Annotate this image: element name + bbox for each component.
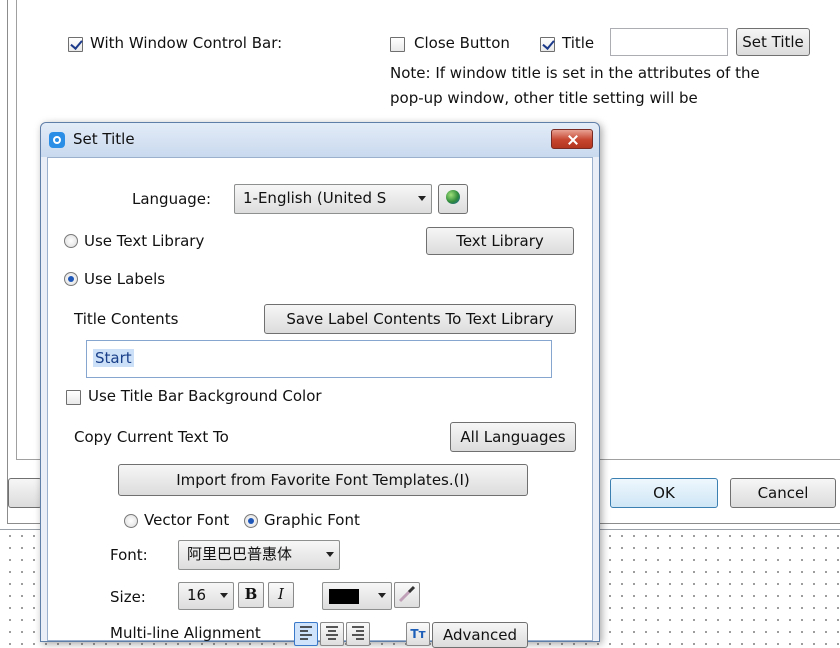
language-select[interactable]: 1-English (United S xyxy=(234,184,432,214)
save-label-contents-button[interactable]: Save Label Contents To Text Library xyxy=(264,304,576,334)
vector-font-label: Vector Font xyxy=(144,511,230,529)
close-icon[interactable] xyxy=(551,129,593,149)
align-right-button[interactable] xyxy=(346,622,370,646)
align-center-icon xyxy=(326,626,338,640)
title-contents-label: Title Contents xyxy=(74,310,179,328)
use-labels-radio[interactable] xyxy=(64,272,78,286)
globe-icon xyxy=(446,190,460,204)
chevron-down-icon xyxy=(378,593,386,598)
align-left-button[interactable] xyxy=(294,622,318,646)
note-line-2: pop-up window, other title setting will … xyxy=(390,89,698,107)
font-select[interactable]: 阿里巴巴普惠体 xyxy=(178,540,340,570)
graphic-font-label: Graphic Font xyxy=(264,511,360,529)
language-label: Language: xyxy=(132,190,212,208)
title-checkbox[interactable] xyxy=(540,37,555,52)
all-languages-button[interactable]: All Languages xyxy=(450,422,576,452)
copy-current-text-label: Copy Current Text To xyxy=(74,428,229,446)
close-button-checkbox[interactable] xyxy=(390,37,405,52)
use-title-bar-bg-checkbox[interactable] xyxy=(66,390,81,405)
title-contents-input[interactable]: Start xyxy=(86,340,552,378)
align-center-button[interactable] xyxy=(320,622,344,646)
app-icon xyxy=(49,132,65,148)
chevron-down-icon xyxy=(418,196,426,201)
ok-button[interactable]: OK xyxy=(610,478,718,508)
import-favorite-font-templates-button[interactable]: Import from Favorite Font Templates.(I) xyxy=(118,464,528,496)
title-label: Title xyxy=(562,34,595,52)
align-left-icon xyxy=(300,626,312,640)
close-button-label: Close Button xyxy=(414,34,510,52)
use-text-library-radio[interactable] xyxy=(64,234,78,248)
tt-button[interactable]: Tт xyxy=(406,622,430,646)
size-select[interactable]: 16 xyxy=(178,582,234,610)
font-label: Font: xyxy=(110,546,148,564)
vector-font-radio[interactable] xyxy=(124,514,138,528)
graphic-font-radio[interactable] xyxy=(244,514,258,528)
set-title-dialog: Set Title Language: 1-English (United S … xyxy=(40,122,600,648)
color-swatch xyxy=(329,589,359,604)
dialog-title: Set Title xyxy=(73,130,135,148)
globe-button[interactable] xyxy=(438,184,468,214)
title-input[interactable] xyxy=(610,28,728,56)
with-window-control-bar-label: With Window Control Bar: xyxy=(90,34,283,52)
language-value: 1-English (United S xyxy=(243,189,387,207)
eyedropper-icon xyxy=(398,585,416,603)
advanced-button[interactable]: Advanced xyxy=(432,622,528,648)
cancel-button[interactable]: Cancel xyxy=(730,478,836,508)
parent-left-button[interactable] xyxy=(8,478,42,508)
size-label: Size: xyxy=(110,588,146,606)
dialog-titlebar[interactable]: Set Title xyxy=(41,123,599,157)
multiline-alignment-label: Multi-line Alignment xyxy=(110,624,261,642)
font-value: 阿里巴巴普惠体 xyxy=(187,545,293,563)
note-line-1: Note: If window title is set in the attr… xyxy=(390,64,760,82)
use-title-bar-bg-label: Use Title Bar Background Color xyxy=(88,387,322,405)
chevron-down-icon xyxy=(326,552,334,557)
bold-button[interactable]: B xyxy=(238,582,264,608)
eyedropper-button[interactable] xyxy=(394,582,420,608)
size-value: 16 xyxy=(187,586,207,604)
with-window-control-bar-checkbox[interactable] xyxy=(68,37,83,52)
italic-button[interactable]: I xyxy=(268,582,294,608)
text-library-button[interactable]: Text Library xyxy=(426,227,574,255)
set-title-button[interactable]: Set Title xyxy=(736,28,810,56)
text-color-select[interactable] xyxy=(322,582,392,610)
use-labels-label: Use Labels xyxy=(84,270,166,288)
align-right-icon xyxy=(352,626,364,640)
dialog-body: Language: 1-English (United S Use Text L… xyxy=(47,157,593,648)
use-text-library-label: Use Text Library xyxy=(84,232,205,250)
title-contents-value: Start xyxy=(93,349,134,367)
chevron-down-icon xyxy=(220,593,228,598)
